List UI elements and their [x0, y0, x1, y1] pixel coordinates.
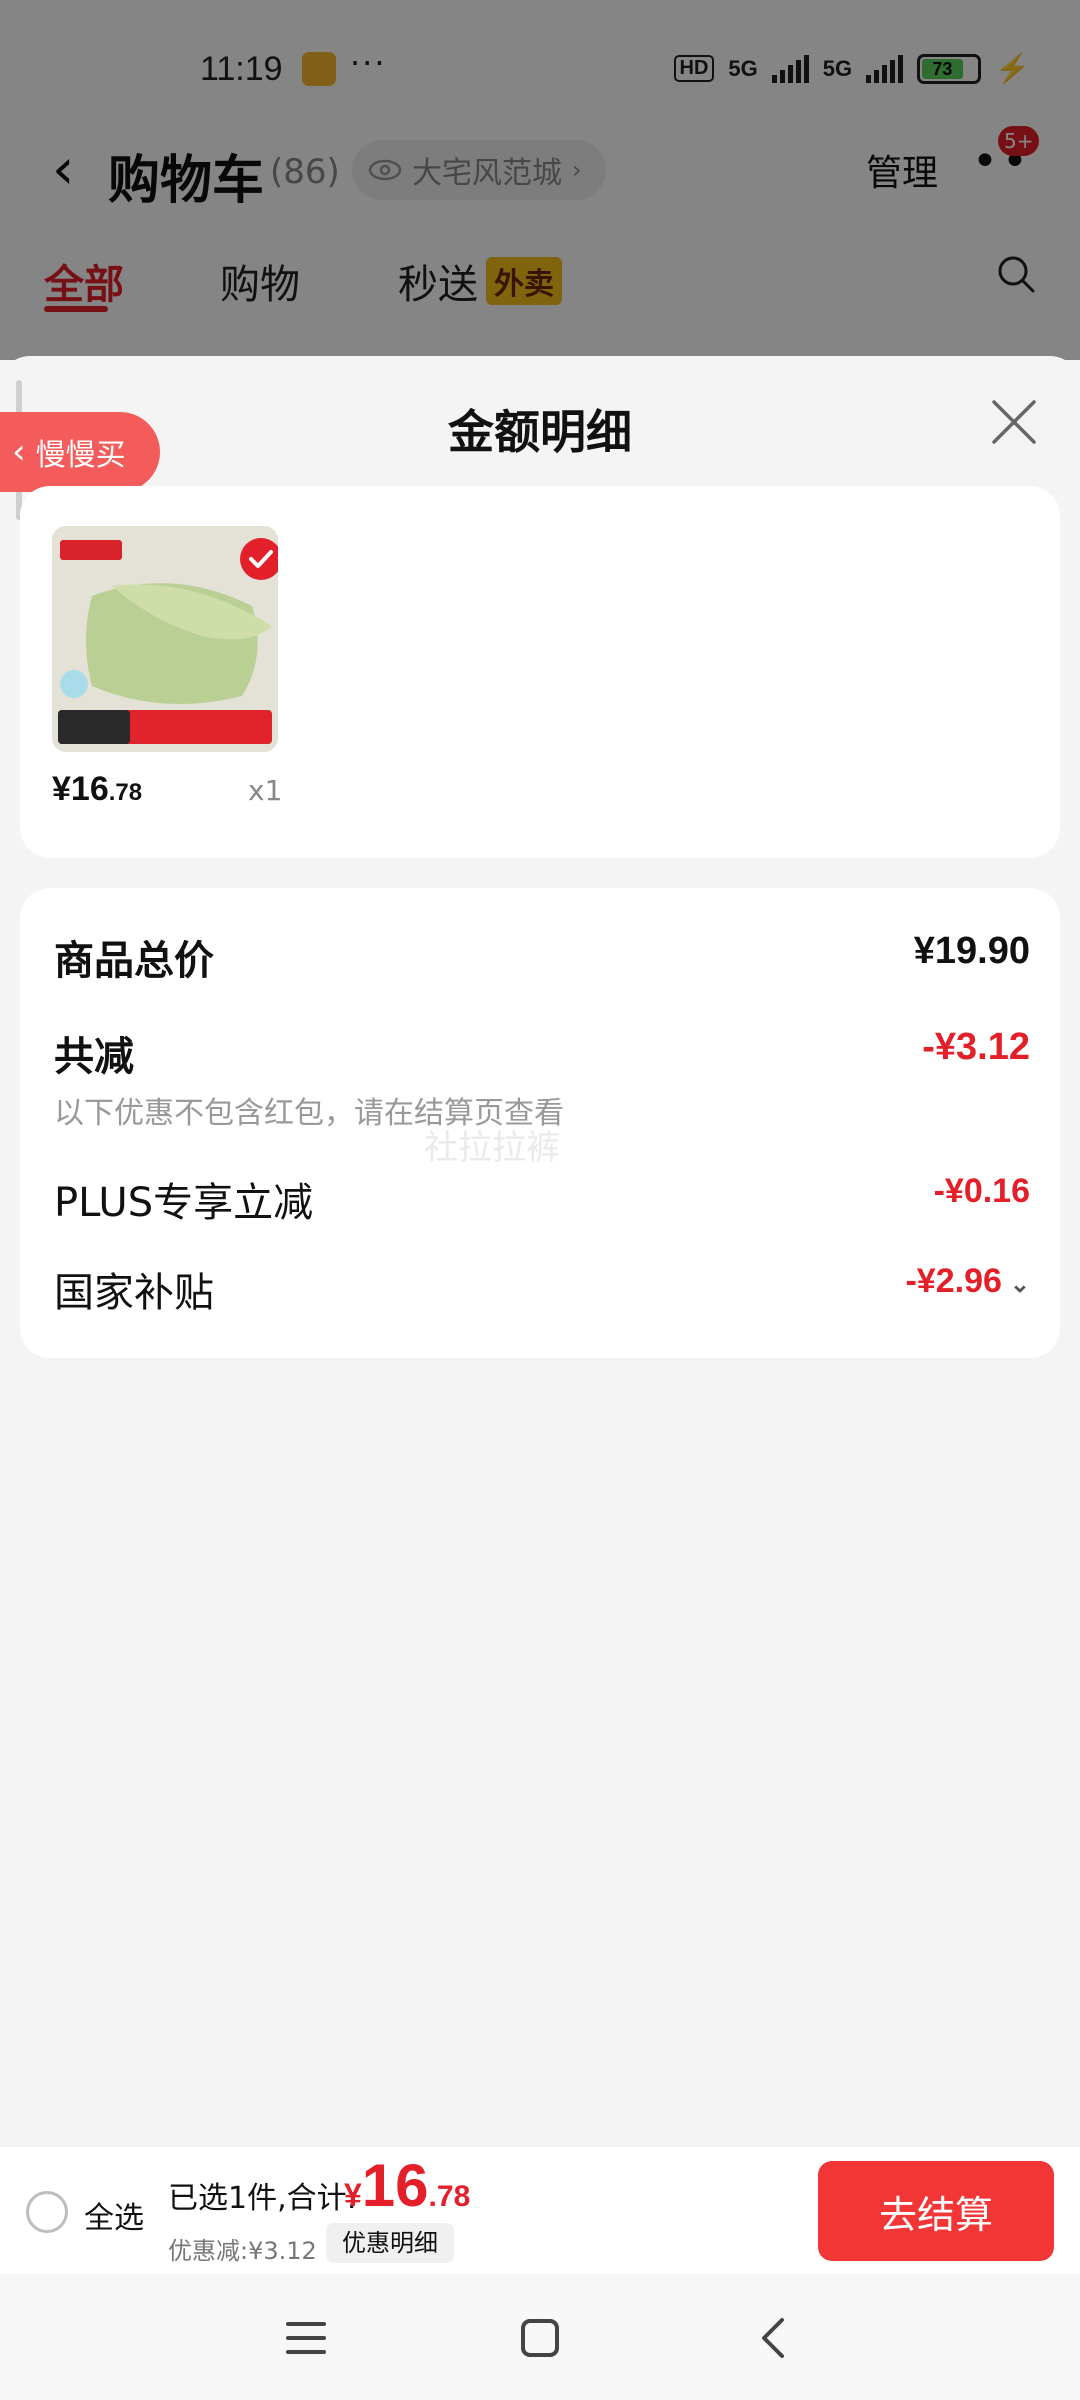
item-price-int: ¥16: [52, 770, 109, 808]
total-reduction-label: 共减: [54, 1034, 134, 1080]
home-icon[interactable]: [510, 2308, 570, 2368]
total-integer: 16: [361, 2152, 429, 2219]
modal-backdrop[interactable]: [0, 0, 1080, 360]
system-navigation-bar: [0, 2274, 1080, 2400]
discount-summary: 优惠减:¥3.12: [168, 2237, 317, 2265]
checkout-button[interactable]: 去结算: [818, 2161, 1054, 2261]
item-price: ¥16.78: [52, 770, 142, 809]
total-decimal: .78: [428, 2180, 471, 2213]
checkout-bar: 全选 已选1件,合计: ¥16.78 优惠减:¥3.12 优惠明细 去结算: [0, 2146, 1080, 2274]
plus-discount-value: -¥0.16: [933, 1172, 1030, 1210]
sheet-title: 金额明细: [448, 405, 632, 459]
item-quantity: x1: [248, 774, 283, 807]
item-price-dec: .78: [108, 779, 143, 806]
goods-total-label: 商品总价: [54, 938, 214, 984]
price-breakdown-card: 商品总价 ¥19.90 共减 -¥3.12 以下优惠不包含红包，请在结算页查看 …: [20, 888, 1060, 1358]
watermark-text: 社拉拉裤: [424, 1128, 560, 1168]
selection-summary: 已选1件,合计:: [168, 2181, 357, 2216]
selected-items-card: ¥16.78 x1: [20, 486, 1060, 858]
goods-total-value: ¥19.90: [913, 930, 1030, 972]
amount-detail-sheet: ‹ 慢慢买 金额明细 ¥16.78 x1 商品总价 ¥19.90 共减 -¥3.…: [0, 356, 1080, 2146]
close-icon[interactable]: [988, 396, 1040, 448]
back-nav-icon[interactable]: [744, 2308, 804, 2368]
plus-discount-label: PLUS专享立减: [54, 1180, 314, 1226]
total-currency: ¥: [344, 2177, 362, 2213]
total-amount: ¥16.78: [344, 2151, 470, 2220]
menu-icon[interactable]: [276, 2308, 336, 2368]
product-thumbnail[interactable]: [52, 526, 278, 752]
select-all-label[interactable]: 全选: [84, 2193, 144, 2237]
subsidy-value: -¥2.96: [905, 1262, 1002, 1300]
selected-check-icon[interactable]: [240, 538, 278, 580]
discount-detail-button[interactable]: 优惠明细: [326, 2223, 454, 2263]
total-reduction-value: -¥3.12: [922, 1026, 1030, 1068]
select-all-radio[interactable]: [26, 2191, 68, 2233]
subsidy-row-value[interactable]: -¥2.96 ⌄: [905, 1262, 1030, 1301]
subsidy-label: 国家补贴: [54, 1270, 214, 1316]
chevron-down-icon: ⌄: [1009, 1271, 1030, 1298]
